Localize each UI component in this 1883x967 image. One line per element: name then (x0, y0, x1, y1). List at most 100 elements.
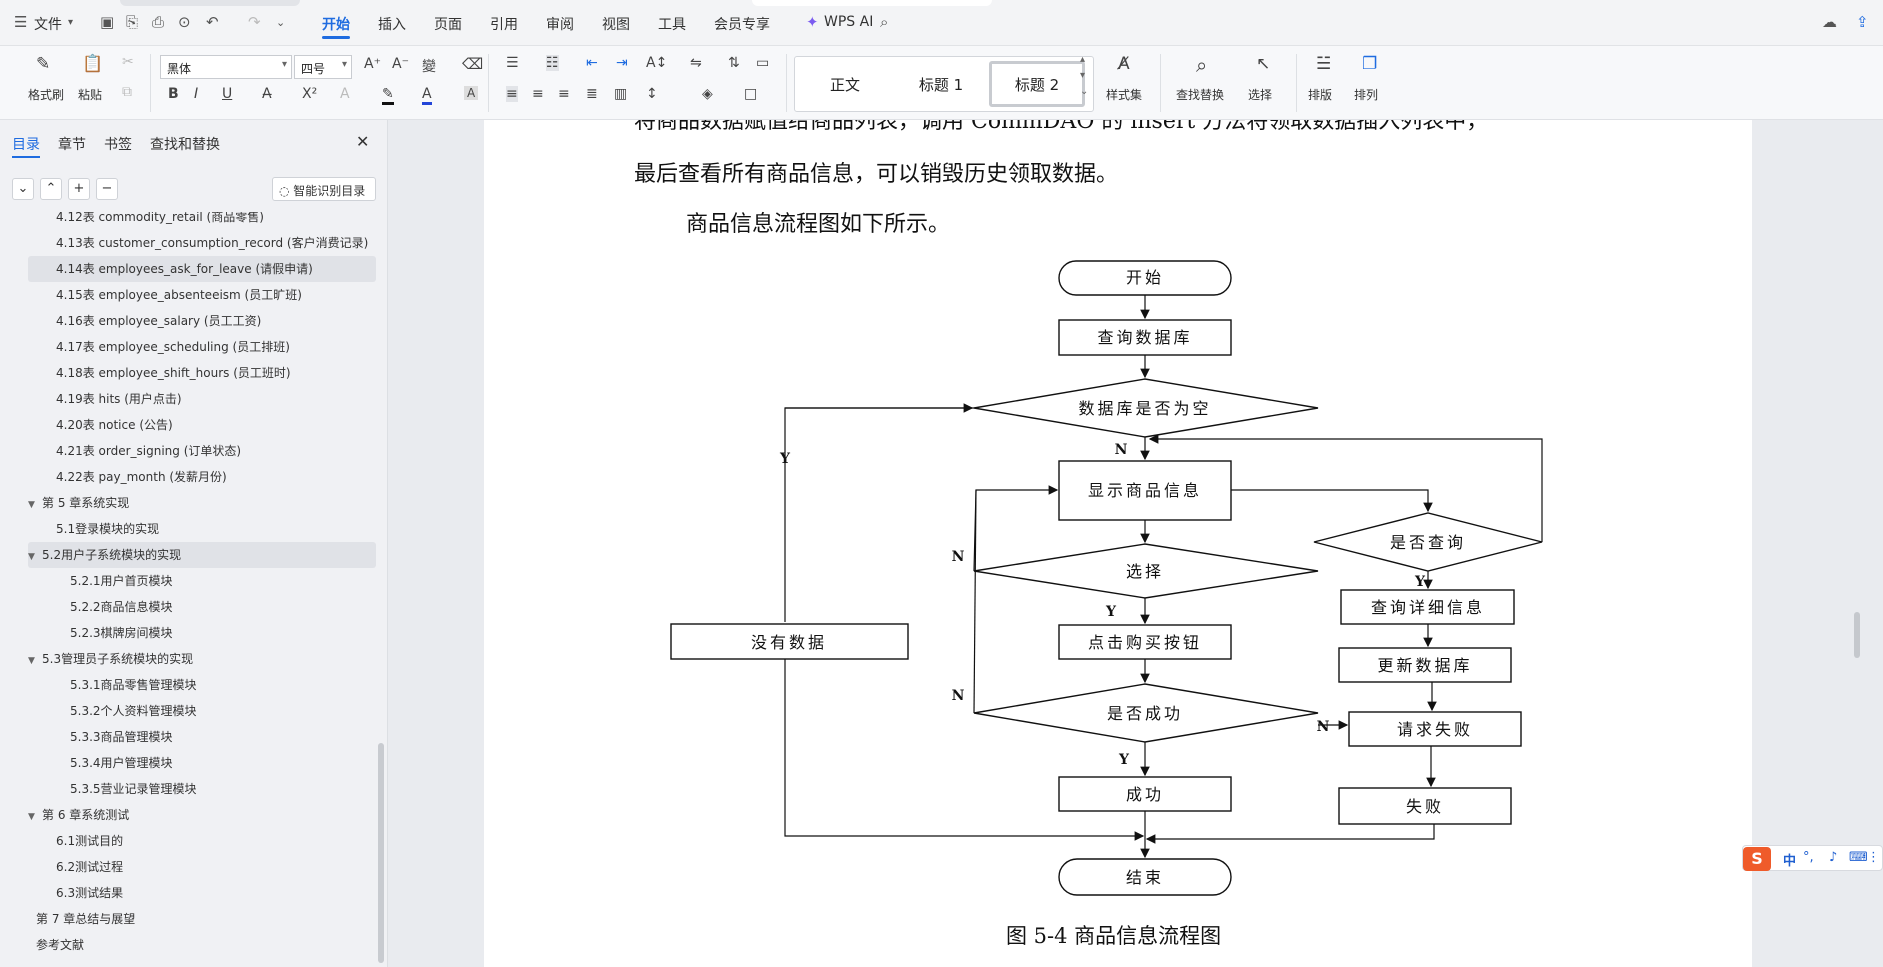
text-direction-icon[interactable]: A↕ (646, 55, 667, 71)
style-normal[interactable]: 正文 (805, 65, 885, 103)
toc-item[interactable]: 5.2.3棋牌房间模块 (28, 620, 376, 646)
bold-icon[interactable]: B (168, 86, 179, 102)
sort-icon[interactable]: ⇅ (728, 55, 740, 71)
close-icon[interactable]: ✕ (356, 132, 369, 151)
toc-item[interactable]: 6.1测试目的 (28, 828, 376, 854)
style-heading-1[interactable]: 标题 1 (893, 65, 989, 103)
font-name-select[interactable]: 黑体 ▾ (160, 55, 292, 79)
undo-icon[interactable]: ↶ (206, 13, 219, 31)
align-right-icon[interactable]: ≡ (558, 86, 570, 102)
font-size-select[interactable]: 四号 ▾ (294, 55, 352, 79)
sogou-logo-icon[interactable]: S (1743, 847, 1771, 871)
search-icon[interactable]: ⌕ (880, 13, 888, 31)
wps-ai-icon[interactable]: ✦ (806, 13, 819, 31)
toc-item[interactable]: 4.22表 pay_month (发薪月份) (28, 464, 376, 490)
distributed-icon[interactable]: ▥ (614, 86, 627, 102)
nav-tab-chapters[interactable]: 章节 (58, 134, 86, 154)
grow-font-icon[interactable]: A⁺ (364, 56, 381, 72)
chevron-down-icon[interactable]: ▾ (68, 17, 73, 28)
style-scroll-up-icon[interactable]: ▴ (1080, 54, 1085, 65)
style-expand-icon[interactable]: ⌄ (1080, 86, 1088, 97)
arrange-icon[interactable]: ❐ (1362, 54, 1377, 74)
toc-item[interactable]: 4.15表 employee_absenteeism (员工旷班) (28, 282, 376, 308)
nav-scrollbar[interactable] (378, 743, 384, 963)
toc-item[interactable]: ▼ 5.2用户子系统模块的实现 (28, 542, 376, 568)
tab-tools[interactable]: 工具 (658, 14, 686, 34)
format-painter-icon[interactable]: ✎ (36, 54, 50, 74)
toc-item[interactable]: 4.14表 employees_ask_for_leave (请假申请) (28, 256, 376, 282)
highlight-icon[interactable]: ✎ (382, 86, 394, 105)
copy-icon[interactable]: ⧉ (122, 84, 132, 100)
find-replace-icon[interactable]: ⌕ (1196, 53, 1207, 77)
italic-icon[interactable]: I (194, 86, 198, 102)
toc-item[interactable]: 4.18表 employee_shift_hours (员工班时) (28, 360, 376, 386)
hamburger-icon[interactable]: ☰ (14, 13, 27, 31)
expand-triangle-icon[interactable]: ▼ (28, 648, 42, 672)
nav-tab-toc[interactable]: 目录 (12, 134, 40, 154)
tab-review[interactable]: 审阅 (546, 14, 574, 34)
layout-icon[interactable]: ☱ (1316, 54, 1331, 74)
toc-item[interactable]: 4.12表 commodity_retail (商品零售) (28, 212, 376, 230)
tab-home[interactable]: 开始 (322, 14, 350, 34)
align-center-icon[interactable]: ≡ (532, 86, 544, 102)
file-menu[interactable]: 文件 (34, 14, 62, 34)
phonetic-icon[interactable]: 變 (422, 56, 436, 76)
toc-item[interactable]: 5.1登录模块的实现 (28, 516, 376, 542)
decrease-indent-icon[interactable]: ⇤ (586, 55, 598, 71)
style-scroll-down-icon[interactable]: ▾ (1080, 70, 1085, 81)
numbered-list-icon[interactable]: ☷ (546, 55, 559, 71)
expand-triangle-icon[interactable]: ▼ (28, 492, 42, 516)
border-icon[interactable]: □ (744, 86, 757, 102)
print-icon[interactable]: ⎙ (152, 13, 164, 31)
arrange-label[interactable]: 排列 (1354, 86, 1378, 103)
toc-item[interactable]: 4.16表 employee_salary (员工工资) (28, 308, 376, 334)
style-set-icon[interactable]: A̸ (1118, 54, 1130, 74)
document-page[interactable]: 将商品数据赋值给商品列表，调用 CommDAO 的 insert 方法将领取数据… (484, 120, 1752, 967)
select-icon[interactable]: ↖ (1256, 54, 1270, 74)
redo-icon[interactable]: ↷ (248, 13, 261, 31)
style-set-label[interactable]: 样式集 (1106, 86, 1142, 103)
tab-insert[interactable]: 插入 (378, 14, 406, 34)
toc-item[interactable]: 6.3测试结果 (28, 880, 376, 906)
text-effect-icon[interactable]: A (340, 86, 350, 102)
layout-label[interactable]: 排版 (1308, 86, 1332, 103)
justify-icon[interactable]: ≣ (586, 86, 598, 102)
expand-triangle-icon[interactable]: ▼ (28, 544, 42, 568)
microphone-icon[interactable]: ♪ (1829, 850, 1837, 865)
toc-item[interactable]: 5.3.4用户管理模块 (28, 750, 376, 776)
select-label[interactable]: 选择 (1248, 86, 1272, 103)
align-left-icon[interactable]: ≡ (506, 86, 518, 102)
print-preview-icon[interactable]: ⊙ (178, 13, 191, 31)
remove-heading-icon[interactable]: − (96, 178, 118, 200)
document-scrollbar[interactable] (1850, 120, 1862, 967)
show-marks-icon[interactable]: ▭ (756, 55, 769, 71)
shrink-font-icon[interactable]: A⁻ (392, 56, 409, 72)
increase-indent-icon[interactable]: ⇥ (616, 55, 628, 71)
underline-icon[interactable]: U (222, 86, 232, 102)
tab-reference[interactable]: 引用 (490, 14, 518, 34)
add-heading-icon[interactable]: + (68, 178, 90, 200)
keyboard-icon[interactable]: ⌨ (1849, 850, 1868, 865)
toc-item[interactable]: 5.2.2商品信息模块 (28, 594, 376, 620)
share-icon[interactable]: ⇪ (1856, 13, 1869, 31)
toc-item[interactable]: 5.3.3商品管理模块 (28, 724, 376, 750)
toc-item[interactable]: 5.3.5营业记录管理模块 (28, 776, 376, 802)
find-replace-label[interactable]: 查找替换 (1176, 86, 1224, 103)
ime-lang-toggle[interactable]: 中 (1783, 850, 1796, 869)
toc-item[interactable]: 5.3.1商品零售管理模块 (28, 672, 376, 698)
more-chevron-icon[interactable]: ⌄ (276, 16, 285, 29)
tab-page[interactable]: 页面 (434, 14, 462, 34)
document-tab[interactable] (752, 0, 992, 6)
toc-item[interactable]: 4.13表 customer_consumption_record (客户消费记… (28, 230, 376, 256)
tab-member[interactable]: 会员专享 (714, 14, 770, 34)
document-scroll-thumb[interactable] (1854, 612, 1860, 658)
tab-view[interactable]: 视图 (602, 14, 630, 34)
font-color-icon[interactable]: A (422, 86, 432, 105)
toc-item[interactable]: ▼ 第 5 章系统实现 (28, 490, 376, 516)
toc-item[interactable]: 4.21表 order_signing (订单状态) (28, 438, 376, 464)
toc-item[interactable]: 4.17表 employee_scheduling (员工排班) (28, 334, 376, 360)
collapse-up-icon[interactable]: ⌃ (40, 178, 62, 200)
cut-icon[interactable]: ✂ (122, 54, 134, 70)
bullet-list-icon[interactable]: ☰ (506, 55, 519, 71)
toc-item[interactable]: 4.19表 hits (用户点击) (28, 386, 376, 412)
